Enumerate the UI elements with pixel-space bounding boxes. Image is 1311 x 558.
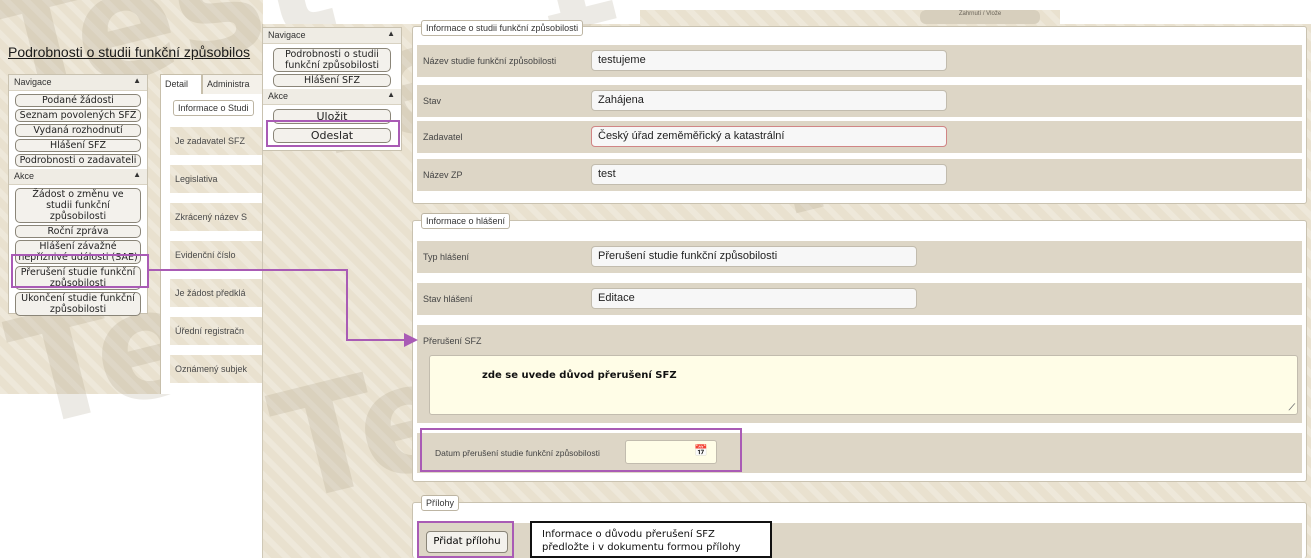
connector-arrow-icon (149, 269, 418, 347)
